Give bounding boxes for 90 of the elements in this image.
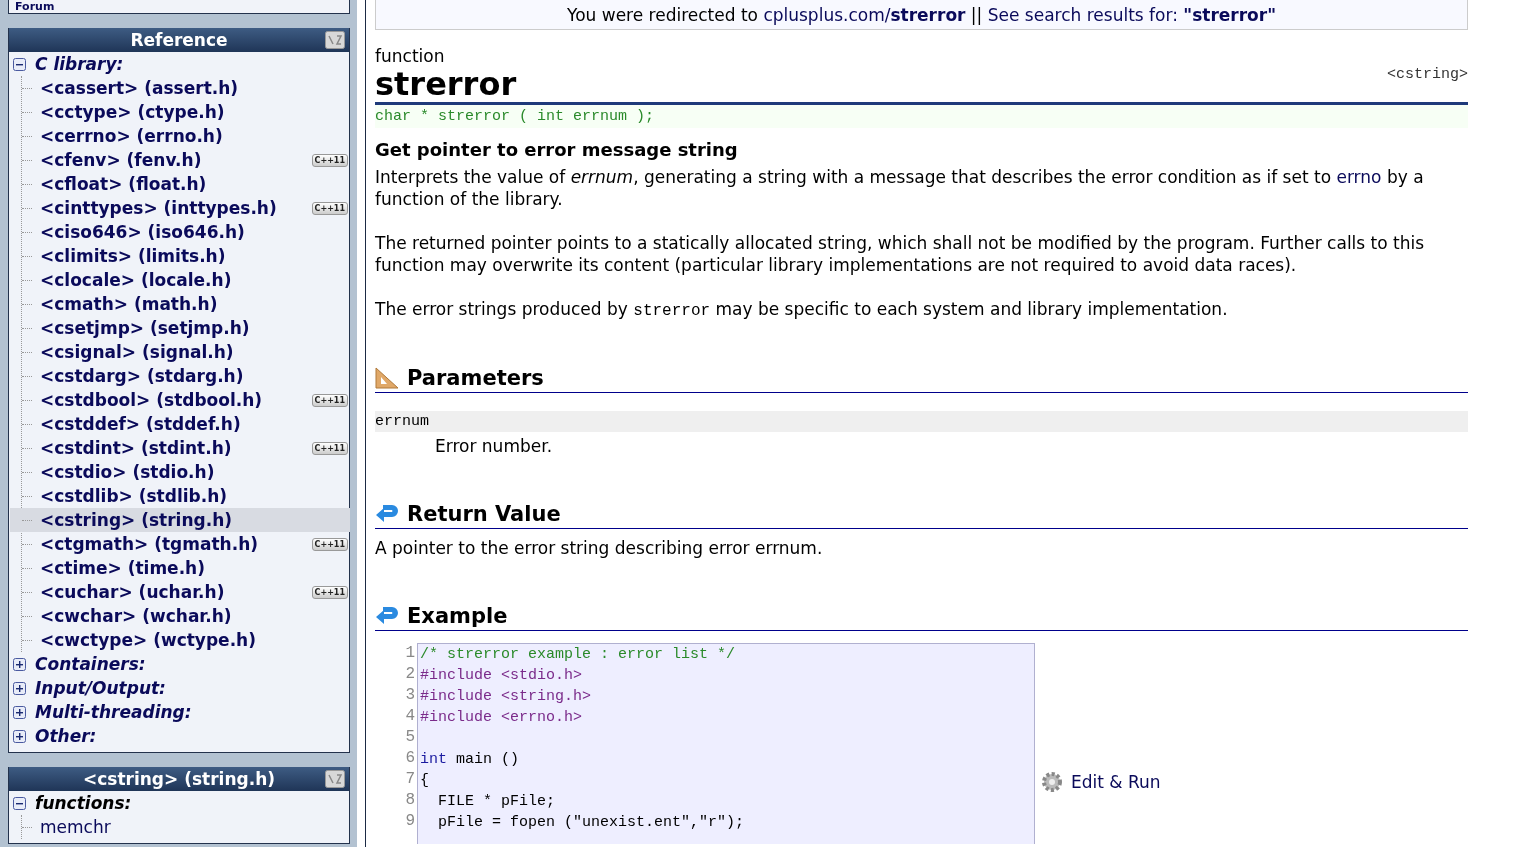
- function-signature: char * strerror ( int errnum );: [375, 105, 1468, 128]
- tree-item[interactable]: <cstdio> (stdio.h): [10, 460, 350, 484]
- tree-item[interactable]: <clocale> (locale.h): [10, 268, 350, 292]
- parameter-description: Error number.: [434, 436, 554, 456]
- tree-item[interactable]: <cmath> (math.h): [10, 292, 350, 316]
- code-text: /* strerror example : error list */: [420, 646, 736, 663]
- expand-icon[interactable]: [13, 705, 26, 719]
- line-number: 1: [404, 643, 415, 664]
- expand-icon[interactable]: [13, 681, 26, 695]
- tree-item[interactable]: <cstring> (string.h): [10, 508, 350, 532]
- tree-item[interactable]: <cstdlib> (stdlib.h): [10, 484, 350, 508]
- tree-item[interactable]: <cstddef> (stddef.h): [10, 412, 350, 436]
- tree-item[interactable]: <cfenv> (fenv.h) C++11: [10, 148, 350, 172]
- code-text: main (): [455, 751, 520, 768]
- tree-item[interactable]: <cassert> (assert.h): [10, 76, 350, 100]
- summary-heading: Get pointer to error message string: [375, 139, 739, 160]
- line-number: 8: [404, 790, 415, 811]
- line-number: 2: [404, 664, 415, 685]
- version-badge: C++11: [311, 153, 348, 167]
- tree-item[interactable]: <ctime> (time.h): [10, 556, 350, 580]
- line-number: 3: [404, 685, 415, 706]
- gear-icon[interactable]: [1041, 771, 1063, 793]
- code-text: int: [420, 751, 447, 768]
- collapse-icon[interactable]: [13, 796, 26, 810]
- link[interactable]: See search results for: "strerror": [987, 4, 1276, 25]
- tree-item[interactable]: <cwchar> (wchar.h): [10, 604, 350, 628]
- tree-item[interactable]: <cctype> (ctype.h): [10, 100, 350, 124]
- paragraph: The returned pointer points to a statically allocated string, which shall not be modified by the program. Further calls to this function may overwrite its content (particular library implementations are not required to avoid data races).: [375, 232, 1426, 276]
- tree-item[interactable]: <ctgmath> (tgmath.h) C++11: [10, 532, 350, 556]
- return-arrow-icon: [375, 503, 399, 525]
- tree-item[interactable]: <cstdbool> (stdbool.h) C++11: [10, 388, 350, 412]
- tree-group[interactable]: C library:: [35, 54, 124, 74]
- sort-icon[interactable]: [325, 31, 345, 49]
- tree-item[interactable]: <cstdarg> (stdarg.h): [10, 364, 350, 388]
- section-heading: Parameters: [407, 366, 544, 390]
- tree-item[interactable]: <cfloat> (float.h): [10, 172, 350, 196]
- version-badge: C++11: [311, 393, 348, 407]
- code-text: #include <stdio.h>: [420, 667, 583, 684]
- tree-item[interactable]: <cwctype> (wctype.h): [10, 628, 350, 652]
- tree-item[interactable]: <ciso646> (iso646.h): [10, 220, 350, 244]
- header-name: <cstring>: [1387, 65, 1468, 83]
- code-text: FILE * pFile;: [437, 793, 556, 810]
- section-heading: Example: [407, 604, 508, 628]
- panel-title[interactable]: Forum: [15, 1, 55, 13]
- tree-group[interactable]: Multi-threading:: [35, 702, 192, 722]
- line-number: 9: [404, 811, 415, 832]
- ruler-icon: [375, 367, 399, 389]
- tree-group[interactable]: Input/Output:: [35, 678, 166, 698]
- paragraph: Interprets the value of errnum, generating a string with a message that describes the error condition as if set to errno by a function of the library.: [375, 166, 1425, 210]
- tree-group[interactable]: Containers:: [35, 654, 146, 674]
- tree-item[interactable]: memchr: [10, 815, 350, 839]
- panel-title: Reference: [130, 30, 228, 50]
- notice-text: ||: [969, 4, 984, 25]
- code-text: {: [420, 772, 429, 789]
- code-text: #include <errno.h>: [420, 709, 583, 726]
- sort-icon[interactable]: [325, 770, 345, 788]
- version-badge: C++11: [311, 441, 348, 455]
- parameter-name: errnum: [375, 411, 1468, 432]
- edit-run-link[interactable]: Edit & Run: [1071, 772, 1161, 792]
- section-heading: Return Value: [407, 502, 561, 526]
- tree-item[interactable]: <cerrno> (errno.h): [10, 124, 350, 148]
- collapse-icon[interactable]: [13, 57, 26, 71]
- expand-icon[interactable]: [13, 657, 26, 671]
- link[interactable]: cplusplus.com/strerror: [763, 4, 966, 25]
- function-title: strerror: [375, 66, 517, 102]
- version-badge: C++11: [311, 585, 348, 599]
- return-arrow-icon: [375, 605, 399, 627]
- panel-title: <cstring> (string.h): [82, 769, 275, 789]
- tree-item[interactable]: <csignal> (signal.h): [10, 340, 350, 364]
- code-text: #include <string.h>: [420, 688, 592, 705]
- tree-item[interactable]: <csetjmp> (setjmp.h): [10, 316, 350, 340]
- line-number: 7: [404, 769, 415, 790]
- version-badge: C++11: [311, 201, 348, 215]
- tree-item[interactable]: <cuchar> (uchar.h) C++11: [10, 580, 350, 604]
- entity-kind: function: [375, 46, 446, 66]
- tree-item[interactable]: <climits> (limits.h): [10, 244, 350, 268]
- line-number: 6: [404, 748, 415, 769]
- line-number: 5: [404, 727, 415, 748]
- tree-item[interactable]: <cinttypes> (inttypes.h) C++11: [10, 196, 350, 220]
- code-text: pFile = fopen ("unexist.ent","r");: [437, 814, 745, 831]
- return-description: A pointer to the error string describing error errnum.: [375, 538, 824, 558]
- version-badge: C++11: [311, 537, 348, 551]
- notice-text: You were redirected to: [567, 4, 759, 25]
- line-number: 4: [404, 706, 415, 727]
- tree-group[interactable]: functions:: [35, 793, 132, 813]
- expand-icon[interactable]: [13, 729, 26, 743]
- link[interactable]: errno: [1336, 167, 1382, 187]
- paragraph: The error strings produced by strerror may be specific to each system and library implementation.: [375, 298, 1229, 320]
- tree-item[interactable]: <cstdint> (stdint.h) C++11: [10, 436, 350, 460]
- tree-group[interactable]: Other:: [35, 726, 97, 746]
